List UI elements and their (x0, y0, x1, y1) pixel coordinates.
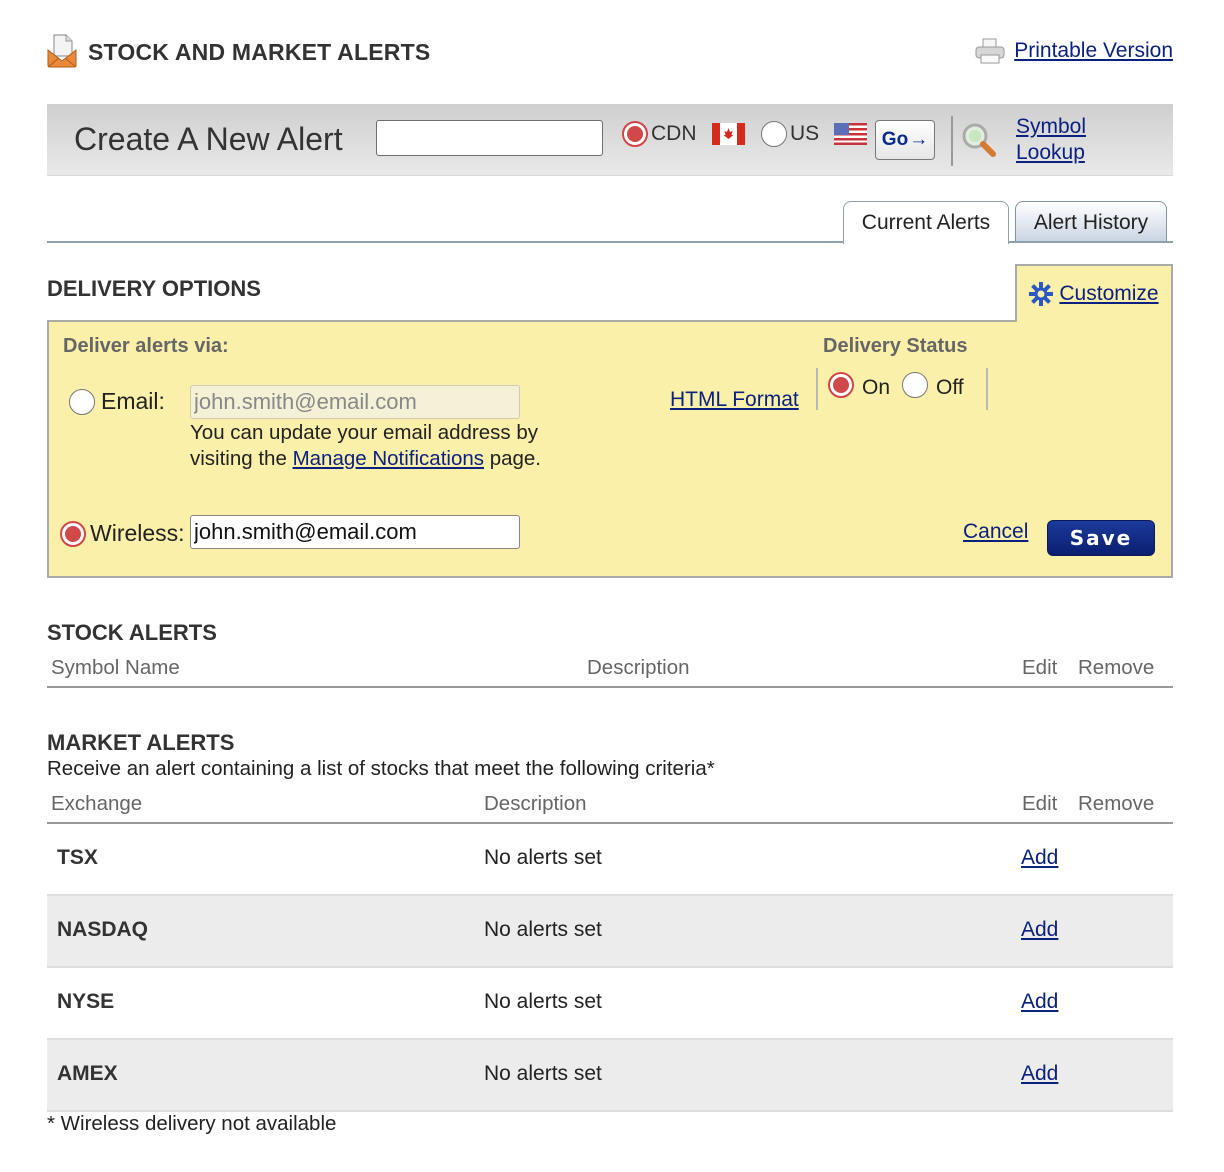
col-remove: Remove (1078, 656, 1155, 679)
us-flag-icon (834, 123, 868, 145)
market-alerts-subtitle: Receive an alert containing a list of st… (47, 757, 715, 780)
customize-link[interactable]: Customize (1059, 282, 1158, 306)
email-field[interactable] (190, 385, 520, 419)
alert-description: No alerts set (484, 918, 602, 941)
col-description: Description (484, 792, 587, 815)
cdn-label: CDN (651, 122, 697, 145)
create-alert-label: Create A New Alert (74, 121, 343, 157)
wireless-footnote: * Wireless delivery not available (47, 1112, 337, 1135)
tab-alert-history[interactable]: Alert History (1015, 201, 1167, 243)
printable-version-link[interactable]: Printable Version (1014, 39, 1173, 63)
exchange-name: NYSE (57, 990, 115, 1013)
market-alert-row: AMEX No alerts set Add (47, 1040, 1173, 1112)
col-description: Description (587, 656, 690, 679)
cancel-link[interactable]: Cancel (963, 520, 1028, 544)
wireless-field[interactable] (190, 515, 520, 549)
go-label: Go (881, 129, 909, 150)
add-alert-link[interactable]: Add (1021, 918, 1058, 942)
market-option-cdn[interactable]: CDN (622, 121, 745, 147)
stock-alerts-heading: STOCK ALERTS (47, 620, 217, 645)
market-option-us[interactable]: US (761, 121, 868, 147)
col-symbol-name: Symbol Name (51, 656, 180, 679)
tab-current-alerts[interactable]: Current Alerts (843, 201, 1009, 244)
market-alerts-header: Exchange Description Edit Remove (47, 786, 1173, 824)
email-label: Email: (101, 388, 165, 414)
us-label: US (790, 122, 820, 145)
symbol-input[interactable] (376, 120, 603, 156)
cdn-radio[interactable] (622, 121, 648, 147)
help-text-after: page. (484, 447, 541, 470)
printable-version[interactable]: Printable Version (974, 38, 1173, 64)
toolbar-divider (951, 116, 953, 166)
go-button[interactable]: Go → (875, 120, 935, 160)
create-alert-bar: Create A New Alert CDN US Go → Symbol Lo… (47, 104, 1173, 176)
symbol-lookup-line2: Lookup (1016, 141, 1085, 164)
alert-description: No alerts set (484, 1062, 602, 1085)
magnifier-icon (962, 123, 996, 157)
canada-flag-icon (711, 123, 745, 145)
arrow-right-icon: → (909, 129, 929, 150)
email-option[interactable]: Email: (69, 388, 165, 415)
us-radio[interactable] (761, 121, 787, 147)
alert-description: No alerts set (484, 990, 602, 1013)
market-alert-row: NASDAQ No alerts set Add (47, 896, 1173, 968)
delivery-status-label: Delivery Status (823, 335, 968, 357)
page-title: STOCK AND MARKET ALERTS (88, 39, 431, 65)
status-off-label: Off (936, 376, 964, 399)
alert-envelope-icon (47, 34, 77, 68)
gear-icon (1029, 282, 1054, 306)
email-help-text: You can update your email address by vis… (190, 420, 550, 472)
exchange-name: AMEX (57, 1062, 118, 1085)
add-alert-link[interactable]: Add (1021, 1062, 1058, 1086)
add-alert-link[interactable]: Add (1021, 990, 1058, 1014)
status-off-option[interactable]: Off (902, 370, 964, 400)
stock-alerts-header: Symbol Name Description Edit Remove (47, 650, 1173, 688)
wireless-radio[interactable] (60, 520, 86, 547)
market-alert-row: TSX No alerts set Add (47, 824, 1173, 896)
deliver-via-label: Deliver alerts via: (63, 335, 229, 357)
exchange-name: NASDAQ (57, 918, 149, 941)
wireless-option[interactable]: Wireless: (60, 520, 185, 547)
col-edit: Edit (1022, 656, 1058, 679)
delivery-options-panel: Deliver alerts via: Email: You can updat… (47, 320, 1173, 578)
add-alert-link[interactable]: Add (1021, 846, 1058, 870)
email-radio[interactable] (69, 388, 95, 415)
status-off-radio[interactable] (902, 372, 929, 398)
delivery-status-options: On Off (828, 370, 964, 400)
manage-notifications-link[interactable]: Manage Notifications (293, 447, 484, 470)
col-exchange: Exchange (51, 792, 143, 815)
alert-description: No alerts set (484, 846, 602, 869)
html-format-link[interactable]: HTML Format (670, 388, 799, 412)
save-button[interactable]: Save (1047, 520, 1155, 556)
exchange-name: TSX (57, 846, 98, 869)
status-on-radio[interactable] (828, 372, 854, 398)
wireless-label: Wireless: (90, 520, 185, 546)
status-on-label: On (862, 376, 891, 399)
market-alert-row: NYSE No alerts set Add (47, 968, 1173, 1040)
market-alerts-heading: MARKET ALERTS (47, 730, 235, 755)
customize-button[interactable]: Customize (1015, 264, 1173, 324)
symbol-lookup-link[interactable]: Symbol Lookup (1016, 114, 1086, 166)
printer-icon (975, 38, 1005, 64)
col-remove: Remove (1078, 792, 1155, 815)
delivery-options-heading: DELIVERY OPTIONS (47, 276, 261, 301)
status-divider-right (986, 368, 988, 410)
col-edit: Edit (1022, 792, 1058, 815)
status-on-option[interactable]: On (828, 370, 890, 400)
symbol-lookup-line1: Symbol (1016, 115, 1087, 138)
status-divider-left (816, 368, 818, 410)
page-header: STOCK AND MARKET ALERTS Printable Versio… (47, 34, 1173, 74)
